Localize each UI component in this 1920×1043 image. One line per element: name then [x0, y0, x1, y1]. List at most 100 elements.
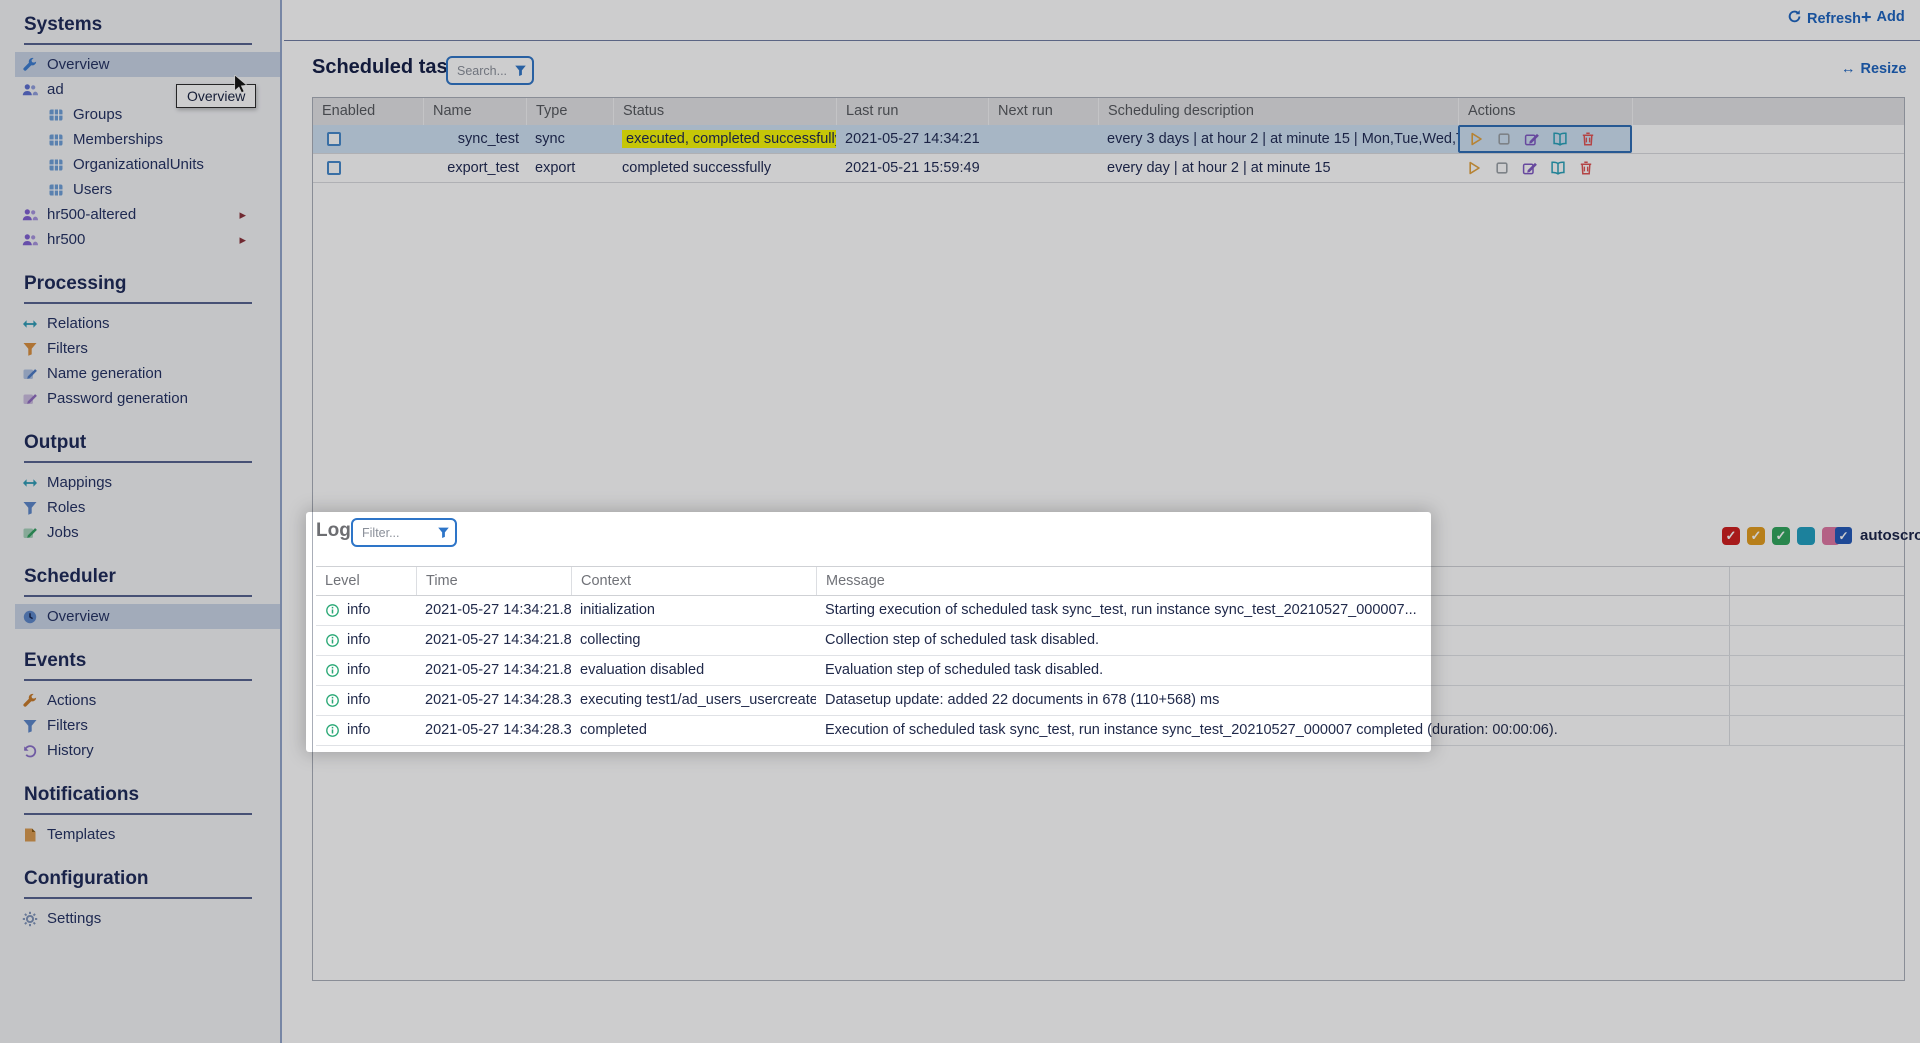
play-icon[interactable]	[1468, 131, 1484, 147]
sidebar-item-roles[interactable]: Roles	[15, 495, 280, 520]
task-last-run: 2021-05-21 15:59:49	[836, 154, 988, 182]
book-icon[interactable]	[1552, 131, 1568, 147]
task-next-run	[988, 154, 1098, 182]
sidebar-item-label: Groups	[73, 106, 122, 123]
log-level: info	[316, 686, 416, 715]
trash-icon[interactable]	[1578, 160, 1594, 176]
column-header-name[interactable]: Name	[423, 98, 526, 125]
task-actions	[1458, 125, 1632, 153]
sidebar-section-title: Notifications	[24, 784, 252, 815]
enabled-checkbox[interactable]	[327, 132, 341, 146]
wrench-icon	[22, 693, 38, 709]
sidebar-item-mappings[interactable]: Mappings	[15, 470, 280, 495]
log-message: Starting execution of scheduled task syn…	[816, 596, 1729, 625]
task-row-export-test[interactable]: export_testexportcompleted successfully2…	[313, 154, 1904, 183]
sidebar-item-label: ad	[47, 81, 64, 98]
sidebar-item-actions[interactable]: Actions	[15, 688, 280, 713]
log-level-toggle-warning[interactable]: ✓	[1747, 527, 1765, 545]
column-header-status[interactable]: Status	[613, 98, 836, 125]
sidebar-item-overview[interactable]: Overview	[15, 604, 280, 629]
sidebar-item-name-generation[interactable]: Name generation	[15, 361, 280, 386]
column-header-next-run[interactable]: Next run	[988, 98, 1098, 125]
trash-icon[interactable]	[1580, 131, 1596, 147]
sidebar-item-hr500[interactable]: hr500▸	[15, 227, 280, 252]
resize-button[interactable]: ↔ Resize	[1841, 61, 1906, 77]
sidebar-item-label: Filters	[47, 717, 88, 734]
tasks-search-input[interactable]	[455, 63, 514, 79]
log-level: info	[316, 716, 416, 745]
sidebar-item-filters[interactable]: Filters	[15, 713, 280, 738]
tasks-search-box[interactable]	[446, 56, 534, 85]
sidebar: SystemsOverviewad▸GroupsMembershipsOrgan…	[0, 0, 282, 1043]
sidebar-section-systems: SystemsOverviewad▸GroupsMembershipsOrgan…	[0, 14, 280, 252]
sidebar-item-hr500-altered[interactable]: hr500-altered▸	[15, 202, 280, 227]
sidebar-section-title: Output	[24, 432, 252, 463]
sidebar-item-filters[interactable]: Filters	[15, 336, 280, 361]
log-context: evaluation disabled	[571, 656, 816, 685]
sidebar-item-label: Mappings	[47, 474, 112, 491]
log-level-toggle-error[interactable]: ✓	[1722, 527, 1740, 545]
stop-icon[interactable]	[1496, 131, 1512, 147]
enabled-checkbox[interactable]	[327, 161, 341, 175]
log-table-header: LevelTimeContextMessage	[316, 566, 1904, 596]
task-scheduling: every day | at hour 2 | at minute 15	[1098, 154, 1458, 182]
sidebar-item-label: Memberships	[73, 131, 163, 148]
log-context: collecting	[571, 626, 816, 655]
log-column-header-level[interactable]: Level	[316, 567, 416, 595]
log-level-toggle-success[interactable]: ✓	[1772, 527, 1790, 545]
log-level-text: info	[347, 656, 370, 685]
refresh-button[interactable]: Refresh	[1787, 9, 1861, 28]
log-level-text: info	[347, 626, 370, 655]
column-header-enabled[interactable]: Enabled	[313, 98, 423, 125]
log-message: Collection step of scheduled task disabl…	[816, 626, 1729, 655]
sidebar-item-jobs[interactable]: Jobs	[15, 520, 280, 545]
table-icon	[48, 107, 64, 123]
log-context: initialization	[571, 596, 816, 625]
column-header-scheduling-description[interactable]: Scheduling description	[1098, 98, 1458, 125]
log-time: 2021-05-27 14:34:28.388	[416, 716, 571, 745]
expand-arrow-icon[interactable]: ▸	[239, 207, 246, 223]
book-icon[interactable]	[1550, 160, 1566, 176]
log-column-header-time[interactable]: Time	[416, 567, 571, 595]
log-filter-box[interactable]	[351, 518, 457, 547]
sidebar-item-users[interactable]: Users	[15, 177, 280, 202]
log-level-toggle-info[interactable]	[1797, 527, 1815, 545]
add-button[interactable]: + Add	[1861, 9, 1905, 25]
edit-icon[interactable]	[1524, 131, 1540, 147]
sidebar-item-templates[interactable]: Templates	[15, 822, 280, 847]
sidebar-item-relations[interactable]: Relations	[15, 311, 280, 336]
log-column-header-context[interactable]: Context	[571, 567, 816, 595]
log-filter-input[interactable]	[360, 525, 437, 541]
column-header-last-run[interactable]: Last run	[836, 98, 988, 125]
info-icon	[325, 603, 341, 619]
play-icon[interactable]	[1466, 160, 1482, 176]
log-level-text: info	[347, 596, 370, 625]
column-header-actions[interactable]: Actions	[1458, 98, 1632, 125]
add-label: Add	[1877, 9, 1905, 25]
edit-icon[interactable]	[1522, 160, 1538, 176]
task-actions	[1458, 154, 1632, 182]
sidebar-section-title: Scheduler	[24, 566, 252, 597]
users-icon	[22, 82, 38, 98]
sidebar-item-settings[interactable]: Settings	[15, 906, 280, 931]
sidebar-item-history[interactable]: History	[15, 738, 280, 763]
pencil-icon	[22, 366, 38, 382]
autoscroll-control[interactable]: ✓ autoscroll	[1835, 527, 1920, 544]
sidebar-item-label: OrganizationalUnits	[73, 156, 204, 173]
stop-icon[interactable]	[1494, 160, 1510, 176]
task-row-sync-test[interactable]: sync_testsyncexecuted, completed success…	[313, 125, 1904, 154]
sidebar-item-overview[interactable]: Overview	[15, 52, 280, 77]
sidebar-item-memberships[interactable]: Memberships	[15, 127, 280, 152]
column-header-type[interactable]: Type	[526, 98, 613, 125]
sidebar-section-notifications: Notifications Templates	[0, 784, 280, 847]
autoscroll-label: autoscroll	[1860, 527, 1920, 544]
sidebar-item-label: Jobs	[47, 524, 79, 541]
log-column-header-message[interactable]: Message	[816, 567, 1729, 595]
sidebar-item-password-generation[interactable]: Password generation	[15, 386, 280, 411]
sidebar-item-organizationalunits[interactable]: OrganizationalUnits	[15, 152, 280, 177]
expand-arrow-icon[interactable]: ▸	[239, 232, 246, 248]
sidebar-item-label: Password generation	[47, 390, 188, 407]
log-context: executing test1/ad_users_usercreate	[571, 686, 816, 715]
autoscroll-checkbox[interactable]: ✓	[1835, 527, 1852, 544]
sidebar-item-label: History	[47, 742, 94, 759]
